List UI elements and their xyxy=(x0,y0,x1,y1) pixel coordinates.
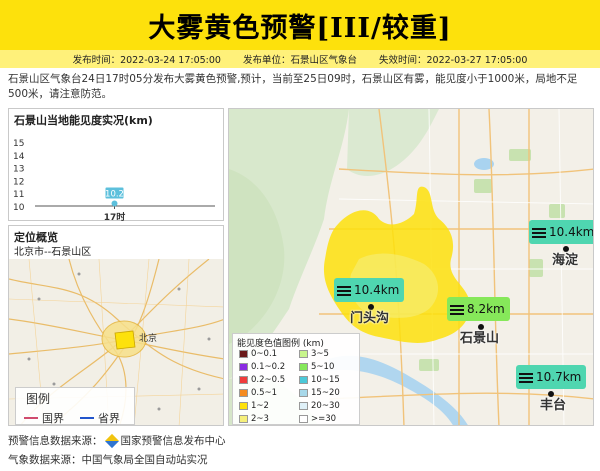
vis-swatch xyxy=(239,363,248,371)
warning-meta: 发布时间：2022-03-24 17:05:00 发布单位：石景山区气象台 失效… xyxy=(0,50,600,68)
visibility-legend-title: 能见度色值图例 (km) xyxy=(237,339,324,349)
station-mentougou-value: 10.4km xyxy=(354,283,400,297)
y-tick-label: 15 xyxy=(13,139,24,149)
station-fengtai-value: 10.7km xyxy=(536,370,582,384)
weather-source-label: 气象数据来源：中国气象局全国自动站实况 xyxy=(8,454,208,466)
vis-legend-item: 0.5~1 xyxy=(239,388,277,398)
map-legend: 图例 国界 省界 xyxy=(15,387,135,425)
national-border-line xyxy=(24,417,38,419)
legend-item-national-border: 国界 xyxy=(24,410,64,425)
vis-swatch xyxy=(299,363,308,371)
vis-legend-item: >=30 xyxy=(299,414,336,424)
data-point xyxy=(111,200,118,207)
visibility-legend: 能见度色值图例 (km) 0~0.1 3~5 0.1~0.2 5~10 0.2~… xyxy=(232,333,360,425)
fog-map[interactable]: 能见度色值图例 (km) 0~0.1 3~5 0.1~0.2 5~10 0.2~… xyxy=(228,108,594,426)
station-haidian-name: 海淀 xyxy=(552,253,579,268)
warning-title: 大雾黄色预警[III/较重] xyxy=(148,12,452,44)
province-border-label: 省界 xyxy=(98,412,120,425)
menu-icon xyxy=(532,227,546,238)
station-mentougou-badge[interactable]: 10.4km xyxy=(334,278,405,302)
station-mentougou-name: 门头沟 xyxy=(350,311,390,326)
y-tick-label: 13 xyxy=(13,165,24,175)
y-tick-label: 12 xyxy=(13,177,24,187)
expire-time: 失效时间：2022-03-27 17:05:00 xyxy=(379,55,528,66)
visibility-chart-panel: 15 14 13 12 11 10 17时 10.2 石景山当地能见度实况(km) xyxy=(8,108,224,222)
national-border-label: 国界 xyxy=(42,412,64,425)
vis-legend-item: 0.1~0.2 xyxy=(239,362,285,372)
vis-swatch xyxy=(299,402,308,410)
menu-icon xyxy=(519,372,533,383)
vis-swatch xyxy=(239,350,248,358)
data-label: 10.2 xyxy=(105,189,124,199)
publish-time: 发布时间：2022-03-24 17:05:00 xyxy=(72,55,221,66)
vis-swatch xyxy=(239,376,248,384)
warning-source-org[interactable]: 国家预警信息发布中心 xyxy=(121,433,226,448)
station-shijingshan-value: 8.2km xyxy=(467,302,505,316)
vis-swatch xyxy=(239,389,248,397)
warning-description: 石景山区气象台24日17时05分发布大雾黄色预警,预计，当前至25日09时，石景… xyxy=(8,73,578,100)
location-panel: 定位概览 北京市--石景山区 北京 图例 国界 省界 xyxy=(8,225,224,426)
station-fengtai-badge[interactable]: 10.7km xyxy=(516,365,587,389)
vis-legend-item: 0~0.1 xyxy=(239,349,277,359)
menu-icon xyxy=(450,304,464,315)
station-haidian-badge[interactable]: 10.4km xyxy=(529,220,594,244)
map-legend-title: 图例 xyxy=(26,392,51,406)
weather-source: 气象数据来源：中国气象局全国自动站实况 xyxy=(8,452,208,467)
vis-legend-item: 20~30 xyxy=(299,401,340,411)
station-shijingshan-name: 石景山 xyxy=(460,331,500,346)
warning-banner: 大雾黄色预警[III/较重] xyxy=(0,0,600,50)
warning-source-label: 预警信息数据来源： xyxy=(8,435,103,447)
vis-legend-item: 2~3 xyxy=(239,414,269,424)
station-shijingshan-badge[interactable]: 8.2km xyxy=(447,297,510,321)
vis-swatch xyxy=(239,402,248,410)
vis-legend-item: 3~5 xyxy=(299,349,329,359)
vis-swatch xyxy=(299,350,308,358)
location-city-label: 北京 xyxy=(139,332,157,344)
warning-center-logo-icon xyxy=(104,433,119,448)
vis-swatch xyxy=(299,389,308,397)
station-haidian-value: 10.4km xyxy=(549,225,594,239)
warning-source: 预警信息数据来源： 国家预警信息发布中心 xyxy=(8,433,226,448)
vis-legend-item: 1~2 xyxy=(239,401,269,411)
y-tick-label: 14 xyxy=(13,152,25,162)
y-tick-label: 10 xyxy=(13,203,25,213)
vis-legend-item: 0.2~0.5 xyxy=(239,375,285,385)
vis-swatch xyxy=(299,376,308,384)
vis-swatch xyxy=(299,415,308,423)
visibility-chart-title: 石景山当地能见度实况(km) xyxy=(14,114,153,127)
y-tick-label: 11 xyxy=(13,190,24,200)
vis-legend-item: 5~10 xyxy=(299,362,334,372)
province-border-line xyxy=(80,417,94,419)
station-fengtai-name: 丰台 xyxy=(540,398,567,413)
vis-legend-item: 10~15 xyxy=(299,375,340,385)
publisher: 发布单位：石景山区气象台 xyxy=(242,55,357,66)
vis-swatch xyxy=(239,415,248,423)
legend-item-province-border: 省界 xyxy=(80,410,120,425)
menu-icon xyxy=(337,285,351,296)
x-tick-label: 17时 xyxy=(104,211,126,222)
location-subtitle: 北京市--石景山区 xyxy=(14,247,92,258)
vis-legend-item: 15~20 xyxy=(299,388,340,398)
